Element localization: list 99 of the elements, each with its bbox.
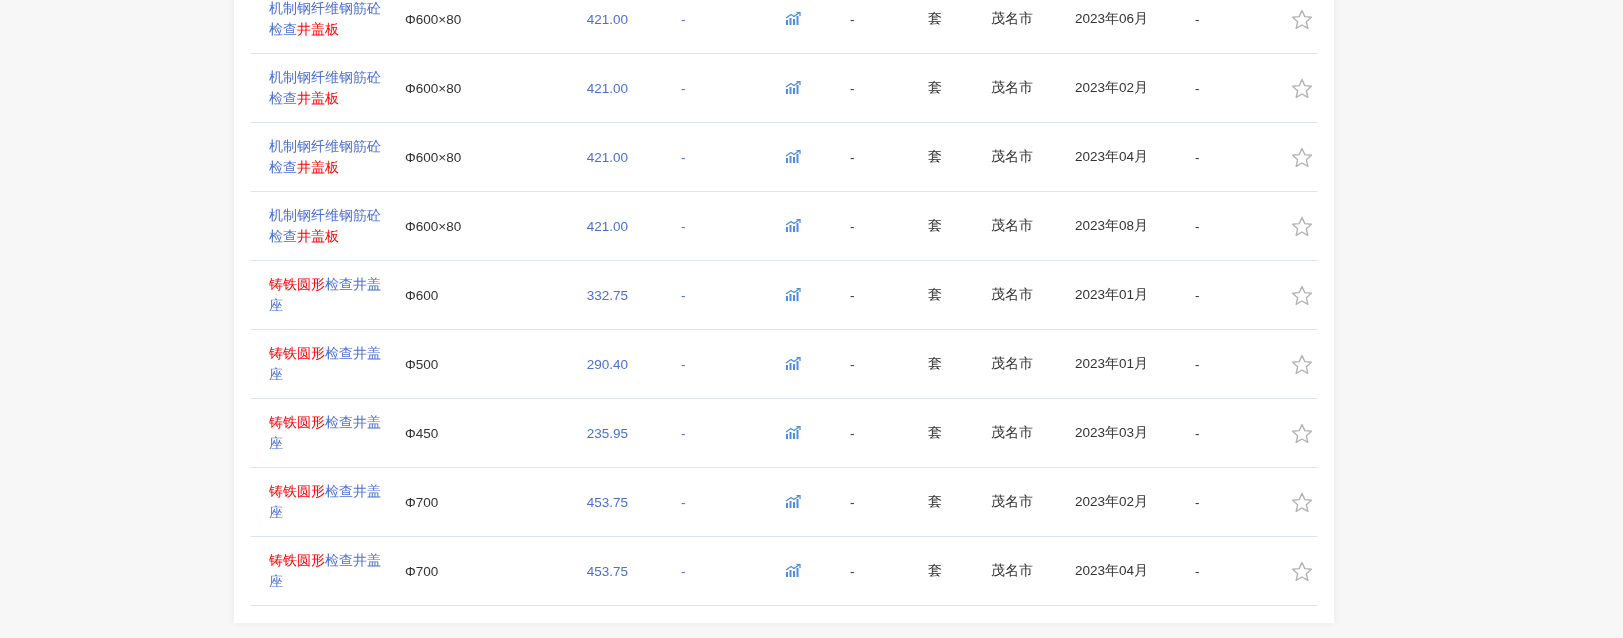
placeholder-dash: - (680, 287, 687, 303)
star-icon[interactable] (1291, 560, 1313, 582)
price-text: 453.75 (586, 494, 628, 510)
trend-chart-icon[interactable] (785, 219, 801, 233)
star-icon[interactable] (1291, 146, 1313, 168)
unit-text: 套 (928, 217, 943, 235)
dash-text: - (1195, 149, 1201, 165)
trend-chart-icon[interactable] (785, 12, 801, 26)
unit-text: 套 (928, 355, 943, 373)
product-link[interactable]: 铸铁圆形检查井盖座 (269, 412, 384, 454)
price-text: 235.95 (586, 425, 628, 441)
unit-text: 套 (928, 493, 943, 511)
product-link[interactable]: 铸铁圆形检查井盖座 (269, 550, 384, 592)
date-text: 2023年01月 (1075, 286, 1150, 304)
city-text: 茂名市 (991, 217, 1034, 235)
spec-text: Φ600×80 (405, 80, 463, 96)
trend-chart-icon[interactable] (785, 426, 801, 440)
product-link[interactable]: 铸铁圆形检查井盖座 (269, 481, 384, 523)
price-text: 421.00 (586, 80, 628, 96)
placeholder-dash: - (680, 218, 687, 234)
dash-text: - (850, 218, 856, 234)
price-text: 421.00 (586, 149, 628, 165)
dash-text: - (1195, 356, 1201, 372)
product-link[interactable]: 铸铁圆形检查井盖座 (269, 343, 384, 385)
placeholder-dash: - (680, 356, 687, 372)
city-text: 茂名市 (991, 10, 1034, 28)
date-text: 2023年02月 (1075, 79, 1150, 97)
product-link[interactable]: 机制钢纤维钢筋砼检查井盖板 (269, 136, 384, 178)
city-text: 茂名市 (991, 79, 1034, 97)
dash-text: - (1195, 425, 1201, 441)
trend-chart-icon[interactable] (785, 150, 801, 164)
placeholder-dash: - (680, 149, 687, 165)
price-text: 332.75 (586, 287, 628, 303)
city-text: 茂名市 (991, 424, 1034, 442)
product-link[interactable]: 机制钢纤维钢筋砼检查井盖板 (269, 67, 384, 109)
price-text: 421.00 (586, 11, 628, 27)
dash-text: - (850, 494, 856, 510)
dash-text: - (1195, 287, 1201, 303)
dash-text: - (850, 287, 856, 303)
date-text: 2023年06月 (1075, 10, 1150, 28)
spec-text: Φ600×80 (405, 218, 463, 234)
star-icon[interactable] (1291, 422, 1313, 444)
product-link[interactable]: 机制钢纤维钢筋砼检查井盖板 (269, 0, 384, 40)
dash-text: - (1195, 11, 1201, 27)
placeholder-dash: - (680, 494, 687, 510)
unit-text: 套 (928, 148, 943, 166)
placeholder-dash: - (680, 563, 687, 579)
unit-text: 套 (928, 424, 943, 442)
dash-text: - (850, 11, 856, 27)
spec-text: Φ600×80 (405, 11, 463, 27)
dash-text: - (1195, 563, 1201, 579)
date-text: 2023年02月 (1075, 493, 1150, 511)
trend-chart-icon[interactable] (785, 495, 801, 509)
spec-text: Φ600×80 (405, 149, 463, 165)
dash-text: - (1195, 494, 1201, 510)
placeholder-dash: - (680, 80, 687, 96)
placeholder-dash: - (680, 425, 687, 441)
dash-text: - (850, 149, 856, 165)
dash-text: - (850, 425, 856, 441)
unit-text: 套 (928, 562, 943, 580)
star-icon[interactable] (1291, 77, 1313, 99)
star-icon[interactable] (1291, 284, 1313, 306)
price-text: 421.00 (586, 218, 628, 234)
dash-text: - (1195, 80, 1201, 96)
price-text: 453.75 (586, 563, 628, 579)
city-text: 茂名市 (991, 286, 1034, 304)
city-text: 茂名市 (991, 493, 1034, 511)
date-text: 2023年04月 (1075, 562, 1150, 580)
star-icon[interactable] (1291, 215, 1313, 237)
spec-text: Φ700 (405, 563, 440, 579)
product-link[interactable]: 机制钢纤维钢筋砼检查井盖板 (269, 205, 384, 247)
spec-text: Φ700 (405, 494, 440, 510)
date-text: 2023年01月 (1075, 355, 1150, 373)
dash-text: - (850, 80, 856, 96)
trend-chart-icon[interactable] (785, 81, 801, 95)
city-text: 茂名市 (991, 148, 1034, 166)
spec-text: Φ600 (405, 287, 440, 303)
placeholder-dash: - (680, 11, 687, 27)
star-icon[interactable] (1291, 8, 1313, 30)
unit-text: 套 (928, 10, 943, 28)
city-text: 茂名市 (991, 562, 1034, 580)
date-text: 2023年03月 (1075, 424, 1150, 442)
product-link[interactable]: 铸铁圆形检查井盖座 (269, 274, 384, 316)
unit-text: 套 (928, 286, 943, 304)
dash-text: - (850, 356, 856, 372)
trend-chart-icon[interactable] (785, 564, 801, 578)
trend-chart-icon[interactable] (785, 357, 801, 371)
date-text: 2023年08月 (1075, 217, 1150, 235)
date-text: 2023年04月 (1075, 148, 1150, 166)
price-text: 290.40 (586, 356, 628, 372)
unit-text: 套 (928, 79, 943, 97)
spec-text: Φ500 (405, 356, 440, 372)
trend-chart-icon[interactable] (785, 288, 801, 302)
dash-text: - (850, 563, 856, 579)
star-icon[interactable] (1291, 491, 1313, 513)
spec-text: Φ450 (405, 425, 440, 441)
dash-text: - (1195, 218, 1201, 234)
city-text: 茂名市 (991, 355, 1034, 373)
star-icon[interactable] (1291, 353, 1313, 375)
